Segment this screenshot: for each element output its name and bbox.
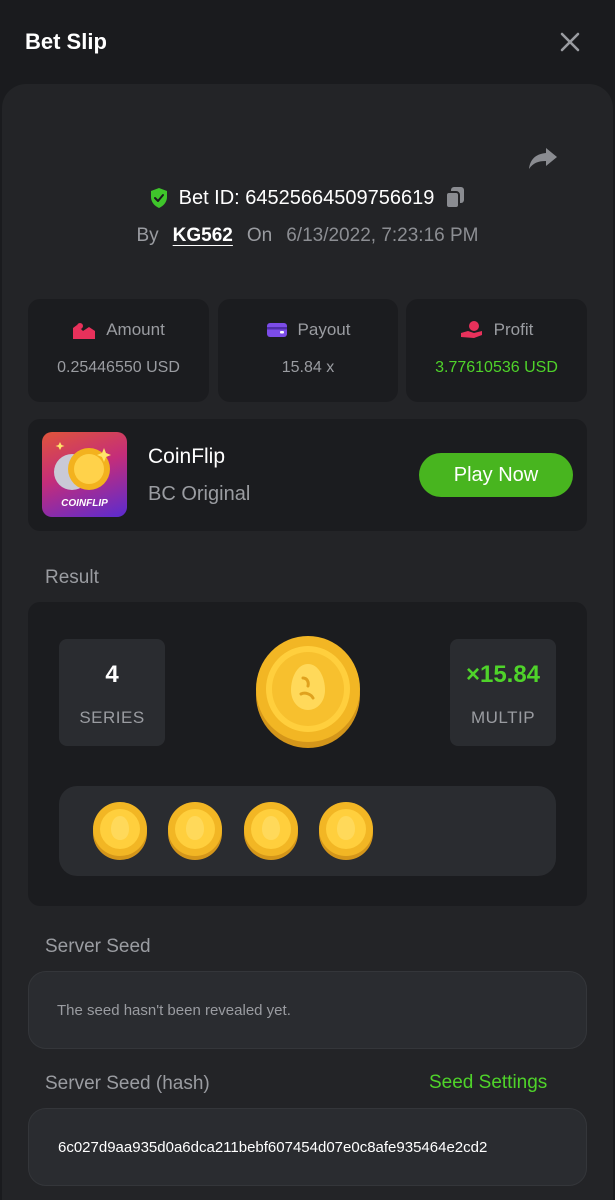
result-coin-icon [256, 636, 360, 748]
payout-label: Payout [297, 320, 351, 339]
multiplier-card: ×15.84 MULTIP [450, 639, 556, 746]
verified-shield-icon [150, 188, 167, 208]
seed-settings-link[interactable]: Seed Settings [429, 1072, 547, 1094]
payout-value: 15.84 x [281, 359, 335, 376]
server-seed-field: The seed hasn't been revealed yet. [28, 971, 587, 1049]
server-seed-hash-field[interactable]: 6c027d9aa935d0a6dca211bebf607454d07e0c8a… [28, 1108, 587, 1186]
game-card: COINFLIP CoinFlip BC Original Play Now [28, 419, 587, 531]
copy-icon[interactable] [444, 186, 466, 210]
coin-icon [244, 802, 298, 860]
result-section-label: Result [45, 567, 99, 588]
profit-label: Profit [493, 320, 534, 339]
coin-icon [168, 802, 222, 860]
amount-stat: Amount 0.25446550 USD [28, 299, 209, 402]
result-box: 4 SERIES ×15.84 MULTIP [28, 602, 587, 906]
coin-icon [93, 802, 147, 860]
share-button[interactable] [527, 142, 559, 174]
play-now-button[interactable]: Play Now [419, 453, 573, 497]
share-icon [529, 148, 557, 169]
bet-id-row: Bet ID: 64525664509756619 [0, 183, 615, 213]
page-title: Bet Slip [25, 29, 107, 54]
series-card: 4 SERIES [59, 639, 165, 746]
game-thumb-text: COINFLIP [61, 498, 108, 509]
coin-icon [319, 802, 373, 860]
multiplier-label: MULTIP [470, 708, 536, 727]
server-seed-label: Server Seed [45, 936, 151, 957]
user-link[interactable]: KG562 [173, 225, 233, 247]
bet-id: Bet ID: 64525664509756619 [178, 186, 435, 209]
multiplier-value: ×15.84 [465, 661, 541, 688]
game-thumbnail[interactable]: COINFLIP [42, 432, 127, 517]
bet-slip-header: Bet Slip [0, 0, 615, 84]
profit-value: 3.77610536 USD [435, 359, 558, 376]
series-value: 4 [105, 661, 119, 688]
series-label: SERIES [79, 708, 145, 727]
coin-history-strip [59, 786, 556, 876]
game-name: CoinFlip [148, 445, 226, 468]
close-button[interactable] [553, 25, 587, 59]
amount-label: Amount [106, 320, 165, 339]
payout-stat: Payout 15.84 x [218, 299, 398, 402]
game-provider: BC Original [148, 483, 251, 505]
bet-date: 6/13/2022, 7:23:16 PM [286, 225, 479, 246]
on-label: On [246, 225, 273, 246]
bet-author-row: By KG562 On 6/13/2022, 7:23:16 PM [0, 222, 615, 250]
by-label: By [136, 225, 159, 246]
server-seed-hash-label: Server Seed (hash) [45, 1073, 210, 1094]
profit-icon [460, 321, 482, 338]
profit-stat: Profit 3.77610536 USD [406, 299, 587, 402]
close-icon [560, 32, 580, 52]
wallet-icon [266, 323, 287, 337]
amount-value: 0.25446550 USD [57, 359, 180, 376]
amount-icon [73, 323, 96, 339]
